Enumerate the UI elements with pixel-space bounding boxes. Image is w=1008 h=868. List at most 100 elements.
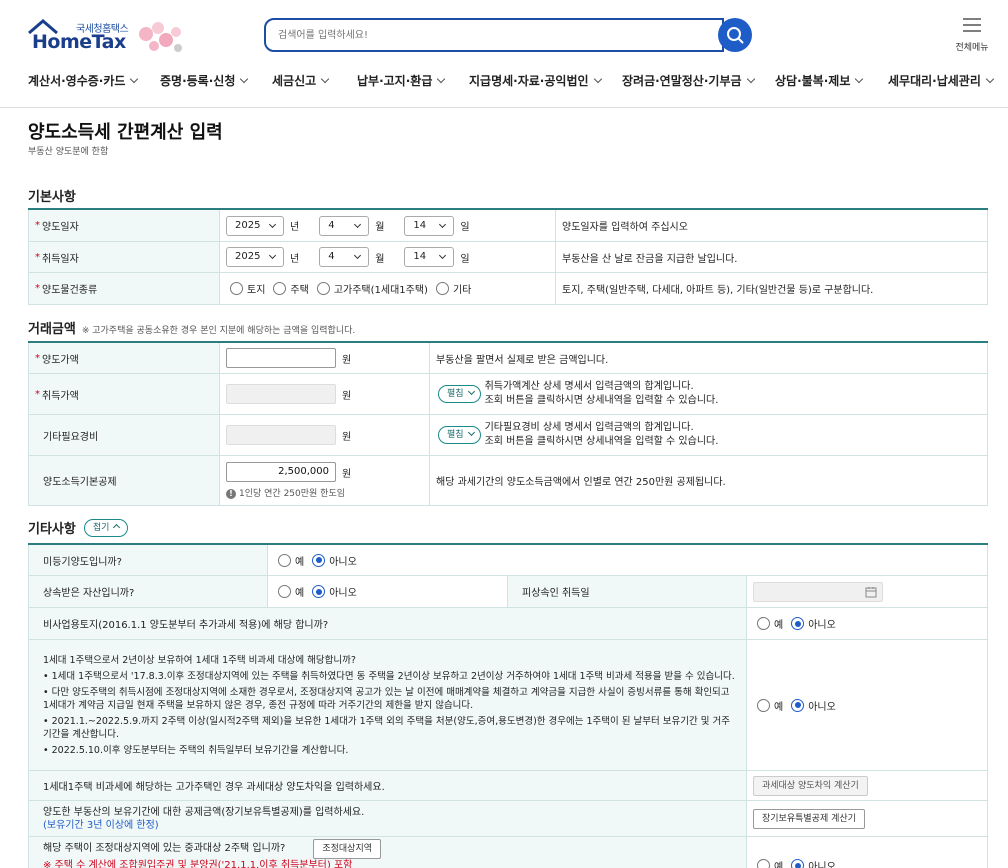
nav-label: 세무대리·납세관리 <box>888 74 981 88</box>
label-cell: * 양도가액 <box>28 343 220 373</box>
question-title: 1세대 1주택으로서 2년이상 보유하여 1세대 1주택 비과세 대상에 해당합… <box>43 654 356 666</box>
table-row: 양도한 부동산의 보유기간에 대한 공제금액(장기보유특별공제)를 입력하세요.… <box>28 801 988 837</box>
radio-dot <box>278 585 291 598</box>
unit-label: 월 <box>375 222 385 233</box>
search-input[interactable] <box>278 21 718 49</box>
radio-yes[interactable]: 예 <box>278 553 304 568</box>
select-value: 4 <box>328 219 335 231</box>
question-line: 해당 주택이 조정대상지역에 있는 중과대상 2주택 입니까? 조정대상지역 <box>43 839 382 859</box>
unit-label: 월 <box>375 253 385 265</box>
chevron-down-icon <box>130 74 139 84</box>
radio-label: 아니오 <box>808 701 836 713</box>
year-select[interactable]: 2025 <box>226 215 284 236</box>
radio-label: 예 <box>774 862 784 868</box>
chevron-down-icon <box>467 387 475 396</box>
year-select[interactable]: 2025 <box>226 247 284 267</box>
label-cell: * 양도일자 <box>28 210 220 241</box>
logo-title: HomeTax <box>32 31 126 53</box>
day-select[interactable]: 14 <box>404 247 455 267</box>
desc-text: 취득가액계산 상세 명세서 입력금액의 합계입니다. 조회 버튼을 클릭하시면 상… <box>485 380 719 408</box>
radio-dot <box>312 553 326 567</box>
radio-land[interactable]: 토지 <box>230 281 265 296</box>
answer-cell: 예 아니오 <box>747 608 988 639</box>
desc-cell: 펼침 기타필요경비 상세 명세서 입력금액의 합계입니다. 조회 버튼을 클릭하시… <box>430 415 988 455</box>
chevron-down-icon <box>354 251 362 260</box>
label-cell: * 취득가액 <box>28 374 220 414</box>
question-cell: 상속받은 자산입니까? <box>28 576 268 607</box>
month-select[interactable]: 4 <box>319 247 370 267</box>
nav-label: 상담·불복·제보 <box>775 74 851 88</box>
radio-label: 예 <box>774 620 784 631</box>
sale-price-input[interactable] <box>226 348 336 368</box>
radio-no[interactable]: 아니오 <box>312 584 357 599</box>
chevron-down-icon <box>467 428 475 437</box>
desc-cell: 부동산을 산 날로 잔금을 지급한 날입니다. <box>556 242 988 272</box>
radio-dot <box>230 282 243 295</box>
note-item: • 2021.1.~2022.5.9.까지 2주택 이상(일시적2주택 제외)을… <box>43 715 731 740</box>
acquisition-expand-button[interactable]: 펼침 <box>438 385 481 403</box>
radio-house[interactable]: 주택 <box>273 281 309 296</box>
collapse-toggle-button[interactable]: 접기 <box>83 518 129 537</box>
search-button[interactable] <box>718 18 752 52</box>
question-cell: 1세대 1주택으로서 2년이상 보유하여 1세대 1주택 비과세 대상에 해당합… <box>28 640 747 770</box>
radio-label: 고가주택(1세대1주택) <box>333 285 428 296</box>
warning-text: ※ 주택 수 계산에 조합원입주권 및 분양권('21.1.1.이후 취득분부터… <box>43 860 353 868</box>
radio-no[interactable]: 아니오 <box>791 858 836 868</box>
nav-item-agent[interactable]: 세무대리·납세관리 <box>888 72 995 89</box>
radio-yes[interactable]: 예 <box>278 584 304 599</box>
radio-dot <box>757 859 770 868</box>
unit-label: 원 <box>342 390 352 402</box>
label-cell: * 취득일자 <box>28 242 220 272</box>
long-term-deduction-calculator-button[interactable]: 장기보유특별공제 계산기 <box>753 808 865 829</box>
radio-label: 예 <box>295 556 305 568</box>
radio-label: 예 <box>774 701 784 713</box>
taxable-gain-calculator-button[interactable]: 과세대상 양도차익 계산기 <box>753 775 868 796</box>
unit-label: 일 <box>460 253 470 265</box>
desc-cell: 양도일자를 입력하여 주십시오 <box>556 210 988 241</box>
unit-label: 년 <box>290 222 300 233</box>
hometax-logo[interactable]: 국세청홈택스 HomeTax <box>28 18 188 58</box>
page-subtitle: 부동산 양도분에 한함 <box>28 147 109 157</box>
question-title: 해당 주택이 조정대상지역에 있는 중과대상 2주택 입니까? <box>43 843 286 854</box>
answer-cell: 예 아니오 <box>747 837 988 868</box>
acquisition-price-input <box>226 384 336 404</box>
radio-luxury-house[interactable]: 고가주택(1세대1주택) <box>316 281 428 296</box>
note-text: 2021.1.~2022.5.9.까지 2주택 이상(일시적2주택 제외)을 보… <box>43 715 731 740</box>
nav-item-tax-report[interactable]: 세금신고 <box>272 72 330 89</box>
chevron-down-icon <box>439 220 447 228</box>
radio-no[interactable]: 아니오 <box>791 616 836 631</box>
label-cell: * 양도물건종류 <box>28 273 220 304</box>
unit-label: 원 <box>342 468 352 480</box>
radio-dot <box>435 282 449 295</box>
radio-no[interactable]: 아니오 <box>312 553 357 568</box>
question-cell: 미등기양도입니까? <box>28 545 268 575</box>
nav-item-payment[interactable]: 납부·고지·환급 <box>357 72 446 89</box>
day-select[interactable]: 14 <box>404 215 455 236</box>
basic-deduction-input[interactable]: 2,500,000 <box>226 462 336 482</box>
radio-yes[interactable]: 예 <box>757 858 783 868</box>
nav-item-incentive[interactable]: 장려금·연말정산·기부금 <box>622 72 755 89</box>
radio-yes[interactable]: 예 <box>757 698 783 713</box>
nav-item-certificate[interactable]: 증명·등록·신청 <box>160 72 249 89</box>
date-cell <box>747 576 988 607</box>
radio-other[interactable]: 기타 <box>435 281 471 296</box>
radio-yes[interactable]: 예 <box>757 616 783 631</box>
question-cell: 양도한 부동산의 보유기간에 대한 공제금액(장기보유특별공제)를 입력하세요.… <box>28 801 747 836</box>
adjustment-area-button[interactable]: 조정대상지역 <box>313 839 382 859</box>
radio-label: 아니오 <box>808 620 836 631</box>
nav-item-invoice[interactable]: 계산서·영수증·카드 <box>28 72 139 89</box>
month-select[interactable]: 4 <box>319 215 370 236</box>
expense-expand-button[interactable]: 펼침 <box>438 426 481 444</box>
radio-no[interactable]: 아니오 <box>791 698 836 713</box>
nav-item-statement[interactable]: 지급명세·자료·공익법인 <box>469 72 602 89</box>
all-menu-button[interactable]: 전체메뉴 <box>950 16 994 56</box>
deduction-hint: ! 1인당 연간 250만원 한도임 <box>226 486 345 499</box>
chevron-down-icon <box>985 74 995 84</box>
chevron-down-icon <box>593 74 602 84</box>
select-value: 2025 <box>235 219 261 231</box>
type-radio-cell: 토지 주택 고가주택(1세대1주택) 기타 <box>220 273 556 304</box>
field-label: 양도일자 <box>42 222 79 233</box>
etc-table: 미등기양도입니까? 예 아니오 상속받은 자산입니까? 예 아니오 피상속인 취… <box>28 543 988 868</box>
nav-item-consult[interactable]: 상담·불복·제보 <box>775 72 864 89</box>
nav-label: 지급명세·자료·공익법인 <box>469 74 589 88</box>
